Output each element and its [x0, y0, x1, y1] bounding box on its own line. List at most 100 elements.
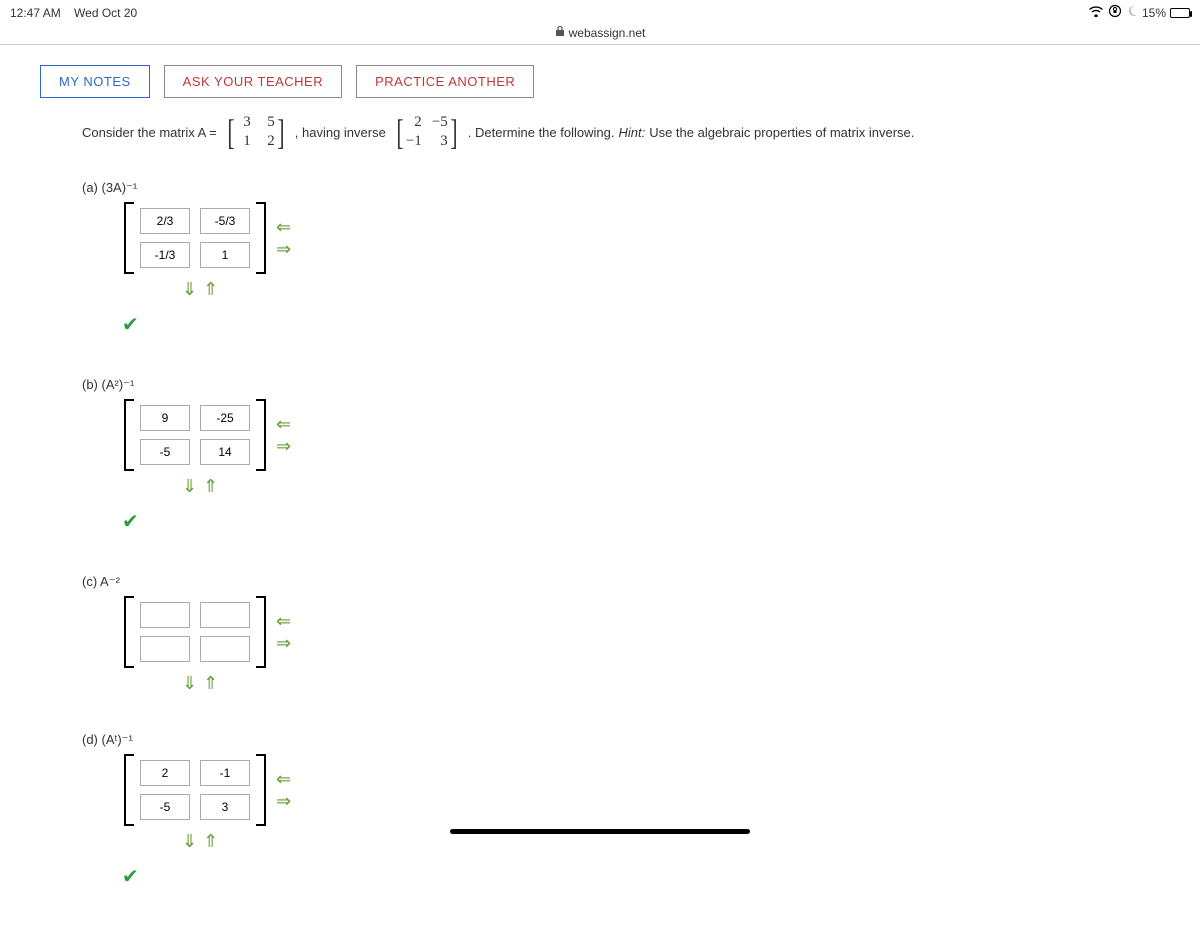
prompt-text-1: Consider the matrix A =: [82, 125, 217, 140]
matrix-A: [ 3 5 1 2 ]: [225, 114, 287, 150]
right-bracket-icon: ]: [450, 114, 457, 150]
arrow-up-icon[interactable]: ⇑: [203, 477, 218, 495]
part-c: (c) A⁻² ⇐ ⇒ ⇓ ⇑: [82, 574, 1160, 692]
part-a-r1c2-input[interactable]: [200, 208, 250, 234]
part-a: (a) (3A)⁻¹ ⇐ ⇒ ⇓ ⇑ ✔: [82, 180, 1160, 337]
right-bracket-icon: [258, 596, 266, 668]
Ainv-r1c2: −5: [432, 114, 448, 131]
part-d-r1c1-input[interactable]: [140, 760, 190, 786]
right-bracket-icon: ]: [277, 114, 284, 150]
right-bracket-icon: [258, 754, 266, 826]
part-a-r2c1-input[interactable]: [140, 242, 190, 268]
arrow-down-icon[interactable]: ⇓: [182, 832, 197, 850]
part-c-label: (c) A⁻²: [82, 574, 1160, 590]
part-d: (d) (Aᵗ)⁻¹ ⇐ ⇒ ⇓ ⇑ ✔: [82, 732, 1160, 889]
prompt-text-2: , having inverse: [295, 125, 386, 140]
part-c-r1c1-input[interactable]: [140, 602, 190, 628]
resize-rows-control[interactable]: ⇓ ⇑: [182, 674, 1160, 692]
part-d-r1c2-input[interactable]: [200, 760, 250, 786]
left-bracket-icon: [124, 596, 132, 668]
A-r1c2: 5: [261, 114, 275, 131]
home-indicator[interactable]: [450, 829, 750, 834]
part-a-label: (a) (3A)⁻¹: [82, 180, 1160, 196]
part-c-matrix: ⇐ ⇒: [122, 596, 1160, 668]
arrow-down-icon[interactable]: ⇓: [182, 477, 197, 495]
part-a-matrix: ⇐ ⇒: [122, 202, 1160, 274]
toolbar-divider: [0, 44, 1200, 45]
part-d-r2c1-input[interactable]: [140, 794, 190, 820]
part-b-label: (b) (A²)⁻¹: [82, 377, 1160, 393]
resize-rows-control[interactable]: ⇓ ⇑: [182, 477, 1160, 495]
part-b-matrix: ⇐ ⇒: [122, 399, 1160, 471]
part-a-r1c1-input[interactable]: [140, 208, 190, 234]
part-b-r2c2-input[interactable]: [200, 439, 250, 465]
left-bracket-icon: [124, 202, 132, 274]
resize-cols-control[interactable]: ⇐ ⇒: [276, 770, 291, 810]
right-bracket-icon: [258, 202, 266, 274]
lock-icon: [555, 25, 565, 40]
hint-text: Use the algebraic properties of matrix i…: [649, 125, 914, 140]
moon-icon: [1126, 5, 1138, 20]
arrow-left-icon[interactable]: ⇐: [276, 770, 291, 788]
my-notes-button[interactable]: MY NOTES: [40, 65, 150, 98]
resize-cols-control[interactable]: ⇐ ⇒: [276, 415, 291, 455]
arrow-right-icon[interactable]: ⇒: [276, 792, 291, 810]
resize-cols-control[interactable]: ⇐ ⇒: [276, 218, 291, 258]
question-prompt: Consider the matrix A = [ 3 5 1 2 ] , ha…: [82, 114, 1160, 150]
arrow-right-icon[interactable]: ⇒: [276, 437, 291, 455]
arrow-up-icon[interactable]: ⇑: [203, 280, 218, 298]
arrow-left-icon[interactable]: ⇐: [276, 415, 291, 433]
resize-rows-control[interactable]: ⇓ ⇑: [182, 832, 1160, 850]
battery-percent: 15%: [1142, 6, 1166, 20]
device-status-bar: 12:47 AM Wed Oct 20 15%: [0, 0, 1200, 25]
A-r2c1: 1: [237, 133, 251, 150]
matrix-A-inverse: [ 2 −5 −1 3 ]: [394, 114, 460, 150]
status-date: Wed Oct 20: [74, 6, 137, 20]
arrow-up-icon[interactable]: ⇑: [203, 832, 218, 850]
wifi-icon: [1088, 5, 1104, 20]
left-bracket-icon: [: [396, 114, 403, 150]
correct-check-icon: ✔: [122, 312, 1160, 337]
arrow-right-icon[interactable]: ⇒: [276, 240, 291, 258]
resize-rows-control[interactable]: ⇓ ⇑: [182, 280, 1160, 298]
part-b: (b) (A²)⁻¹ ⇐ ⇒ ⇓ ⇑ ✔: [82, 377, 1160, 534]
ask-teacher-button[interactable]: ASK YOUR TEACHER: [164, 65, 342, 98]
A-r2c2: 2: [261, 133, 275, 150]
part-a-r2c2-input[interactable]: [200, 242, 250, 268]
browser-url-bar[interactable]: webassign.net: [0, 25, 1200, 44]
prompt-text-3: . Determine the following.: [468, 125, 615, 140]
part-b-r1c1-input[interactable]: [140, 405, 190, 431]
Ainv-r2c2: 3: [432, 133, 448, 150]
part-b-r1c2-input[interactable]: [200, 405, 250, 431]
left-bracket-icon: [: [227, 114, 234, 150]
url-text: webassign.net: [569, 26, 646, 40]
Ainv-r1c1: 2: [406, 114, 422, 131]
arrow-left-icon[interactable]: ⇐: [276, 612, 291, 630]
arrow-up-icon[interactable]: ⇑: [203, 674, 218, 692]
Ainv-r2c1: −1: [406, 133, 422, 150]
practice-another-button[interactable]: PRACTICE ANOTHER: [356, 65, 534, 98]
part-d-r2c2-input[interactable]: [200, 794, 250, 820]
part-c-r2c2-input[interactable]: [200, 636, 250, 662]
question-content: MY NOTES ASK YOUR TEACHER PRACTICE ANOTH…: [0, 51, 1200, 943]
action-buttons-row: MY NOTES ASK YOUR TEACHER PRACTICE ANOTH…: [40, 65, 1160, 98]
orientation-lock-icon: [1108, 4, 1122, 21]
part-d-matrix: ⇐ ⇒: [122, 754, 1160, 826]
arrow-left-icon[interactable]: ⇐: [276, 218, 291, 236]
part-d-label: (d) (Aᵗ)⁻¹: [82, 732, 1160, 748]
arrow-down-icon[interactable]: ⇓: [182, 674, 197, 692]
arrow-down-icon[interactable]: ⇓: [182, 280, 197, 298]
part-b-r2c1-input[interactable]: [140, 439, 190, 465]
A-r1c1: 3: [237, 114, 251, 131]
left-bracket-icon: [124, 754, 132, 826]
part-c-r2c1-input[interactable]: [140, 636, 190, 662]
left-bracket-icon: [124, 399, 132, 471]
part-c-r1c2-input[interactable]: [200, 602, 250, 628]
battery-icon: [1170, 8, 1190, 18]
correct-check-icon: ✔: [122, 509, 1160, 534]
status-time: 12:47 AM: [10, 6, 61, 20]
arrow-right-icon[interactable]: ⇒: [276, 634, 291, 652]
right-bracket-icon: [258, 399, 266, 471]
resize-cols-control[interactable]: ⇐ ⇒: [276, 612, 291, 652]
hint-label: Hint:: [618, 125, 645, 140]
